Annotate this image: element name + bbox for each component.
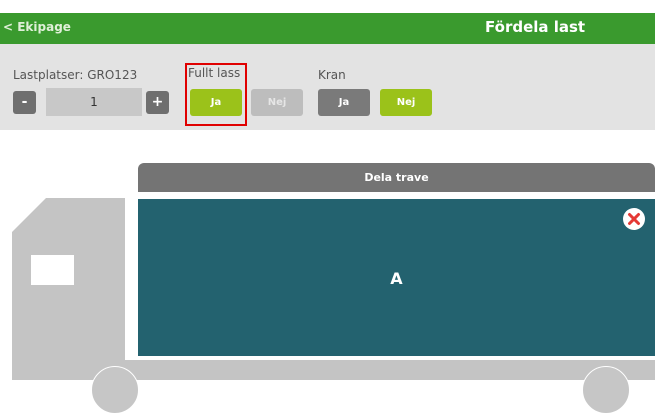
fullt-lass-no-button[interactable]: Nej — [251, 89, 303, 116]
top-bar: < Ekipage Fördela last — [0, 13, 655, 44]
rear-wheel — [582, 366, 630, 414]
lastplatser-label: Lastplatser: GRO123 — [13, 68, 138, 82]
stack-label: A — [390, 269, 403, 288]
lastplatser-value[interactable]: 1 — [46, 88, 142, 116]
kran-no-button[interactable]: Nej — [380, 89, 432, 116]
page-title: Fördela last — [485, 18, 586, 36]
truck-window — [31, 255, 74, 285]
fullt-lass-highlight-box — [185, 63, 247, 126]
kran-label: Kran — [318, 68, 346, 82]
split-stack-button[interactable]: Dela trave — [138, 163, 655, 192]
kran-yes-button[interactable]: Ja — [318, 89, 370, 116]
decrement-button[interactable]: - — [13, 91, 36, 114]
increment-button[interactable]: + — [146, 91, 169, 114]
load-options-panel: Lastplatser: GRO123 - 1 + Fullt lass Ja … — [0, 44, 655, 130]
truck-cab-slope — [12, 198, 46, 232]
cargo-stack[interactable]: A — [138, 199, 655, 356]
close-icon[interactable] — [623, 208, 645, 230]
back-link[interactable]: < Ekipage — [3, 20, 71, 34]
front-wheel — [91, 366, 139, 414]
